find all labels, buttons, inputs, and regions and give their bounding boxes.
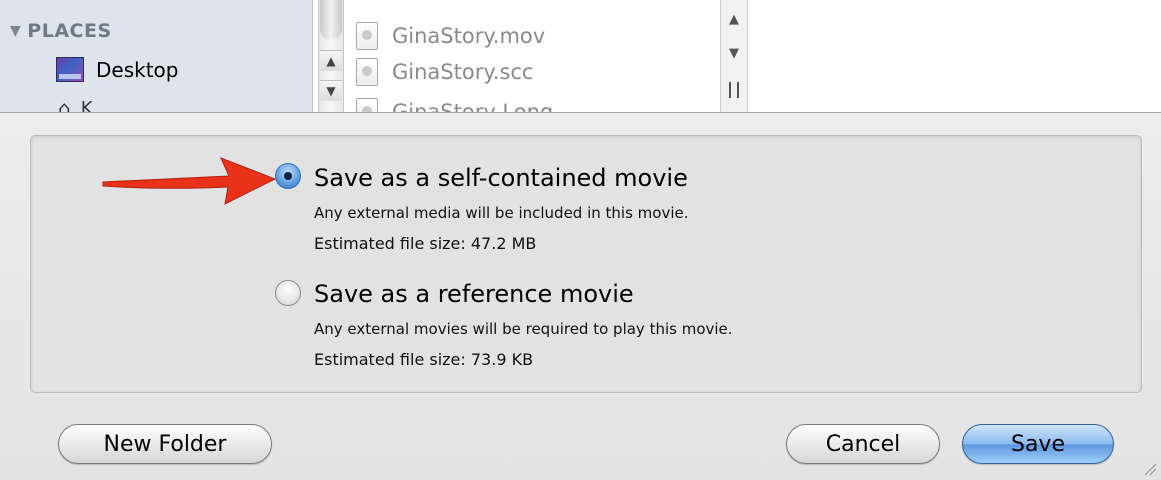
scroll-down-arrow-icon[interactable]: ▼ xyxy=(320,80,342,101)
save-button[interactable]: Save xyxy=(962,424,1114,464)
movie-file-icon xyxy=(356,22,378,50)
file-item[interactable]: GinaStory.mov xyxy=(356,22,545,50)
places-label: PLACES xyxy=(27,20,112,42)
disclosure-triangle-icon[interactable]: ▼ xyxy=(10,23,21,39)
file-item[interactable]: GinaStory Long xyxy=(356,98,554,113)
scroll-thumb[interactable] xyxy=(320,0,342,40)
file-item[interactable]: GinaStory.scc xyxy=(356,58,533,86)
file-name: GinaStory Long xyxy=(392,100,554,113)
scroll-up-arrow-icon[interactable]: ▲ xyxy=(723,12,745,32)
save-options-panel: Save as a self-contained movie Any exter… xyxy=(0,113,1161,480)
file-browser: ▼ PLACES Desktop ⌂ K ▲ ▼ GinaStory.mov G… xyxy=(0,0,1161,113)
sidebar-item-label: K xyxy=(80,97,93,113)
self-contained-title[interactable]: Save as a self-contained movie xyxy=(314,164,688,192)
reference-title[interactable]: Save as a reference movie xyxy=(314,280,634,308)
file-list: GinaStory.mov GinaStory.scc GinaStory Lo… xyxy=(356,0,716,112)
sidebar-item-desktop[interactable]: Desktop xyxy=(56,57,178,82)
resize-grip-icon[interactable] xyxy=(1143,462,1157,476)
column-scrollbar[interactable]: ▲ ▼ xyxy=(318,0,344,112)
sidebar-item-home[interactable]: ⌂ K xyxy=(58,96,93,113)
radio-selected-dot xyxy=(284,172,292,180)
reference-size: Estimated file size: 73.9 KB xyxy=(314,350,534,369)
sidebar: ▼ PLACES Desktop ⌂ K xyxy=(0,0,313,112)
scroll-down-arrow-icon[interactable]: ▼ xyxy=(723,46,745,66)
cancel-button[interactable]: Cancel xyxy=(786,424,940,464)
scroll-up-arrow-icon[interactable]: ▲ xyxy=(320,50,342,71)
self-contained-description: Any external media will be included in t… xyxy=(314,204,689,222)
column-resize-grip-icon[interactable] xyxy=(729,82,739,98)
file-name: GinaStory.scc xyxy=(392,60,534,84)
red-arrow-icon xyxy=(102,157,277,205)
sidebar-item-label: Desktop xyxy=(96,57,179,82)
file-name: GinaStory.mov xyxy=(392,24,546,48)
save-options-group: Save as a self-contained movie Any exter… xyxy=(30,135,1142,393)
file-list-scrollbar[interactable]: ▲ ▼ xyxy=(720,0,748,112)
desktop-icon xyxy=(56,57,84,82)
home-icon: ⌂ xyxy=(58,96,71,113)
self-contained-radio[interactable] xyxy=(275,163,301,189)
reference-radio[interactable] xyxy=(275,280,301,306)
reference-description: Any external movies will be required to … xyxy=(314,320,733,338)
self-contained-size: Estimated file size: 47.2 MB xyxy=(314,234,537,253)
places-section-header[interactable]: ▼ PLACES xyxy=(10,20,112,42)
document-file-icon xyxy=(356,58,378,86)
new-folder-button[interactable]: New Folder xyxy=(58,424,272,464)
movie-file-icon xyxy=(356,98,378,112)
